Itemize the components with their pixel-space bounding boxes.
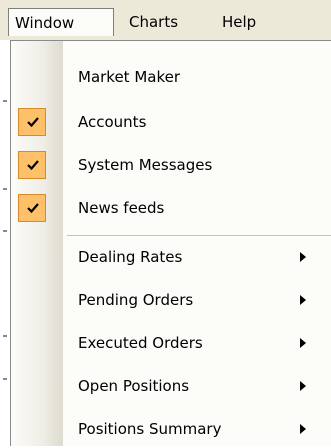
menu-help-label: Help [222, 13, 257, 31]
checked-indicator [18, 108, 46, 136]
menu-item-label: Accounts [78, 113, 147, 131]
menu-item-label: Market Maker [78, 68, 181, 86]
check-icon [27, 117, 39, 128]
check-icon [27, 203, 39, 214]
menu-item-label: Open Positions [78, 377, 190, 395]
edge-tick [3, 100, 7, 102]
menu-item-positions-summary[interactable]: Positions Summary [11, 410, 331, 448]
edge-tick [3, 188, 7, 190]
edge-tick [3, 230, 7, 232]
menu-charts[interactable]: Charts [123, 8, 207, 36]
menu-item-label: Dealing Rates [78, 248, 183, 266]
menu-help[interactable]: Help [216, 8, 276, 36]
chevron-right-icon [300, 295, 306, 305]
edge-tick [3, 378, 7, 380]
check-icon [27, 160, 39, 171]
edge-tick [3, 335, 7, 337]
menu-item-accounts[interactable]: Accounts [11, 103, 331, 141]
menu-item-label: System Messages [78, 156, 213, 174]
menu-separator [67, 235, 331, 236]
chevron-right-icon [300, 252, 306, 262]
menu-item-system-messages[interactable]: System Messages [11, 146, 331, 184]
menu-item-label: Positions Summary [78, 420, 222, 438]
menu-item-label: Executed Orders [78, 334, 203, 352]
menu-item-market-maker[interactable]: Market Maker [11, 58, 331, 96]
menu-window-label: Window [15, 14, 75, 32]
menu-item-executed-orders[interactable]: Executed Orders [11, 324, 331, 362]
menu-item-label: Pending Orders [78, 291, 194, 309]
chevron-right-icon [300, 381, 306, 391]
menu-item-dealing-rates[interactable]: Dealing Rates [11, 238, 331, 276]
menu-item-pending-orders[interactable]: Pending Orders [11, 281, 331, 319]
menu-window[interactable]: Window [8, 8, 114, 36]
chevron-right-icon [300, 424, 306, 434]
checked-indicator [18, 194, 46, 222]
menu-item-news-feeds[interactable]: News feeds [11, 189, 331, 227]
menu-bar: Window Charts Help [0, 0, 331, 40]
menu-charts-label: Charts [129, 13, 179, 31]
checked-indicator [18, 151, 46, 179]
chevron-right-icon [300, 338, 306, 348]
menu-item-open-positions[interactable]: Open Positions [11, 367, 331, 405]
menu-item-label: News feeds [78, 199, 165, 217]
window-dropdown-menu: Market Maker Accounts System Messages Ne… [10, 40, 331, 446]
